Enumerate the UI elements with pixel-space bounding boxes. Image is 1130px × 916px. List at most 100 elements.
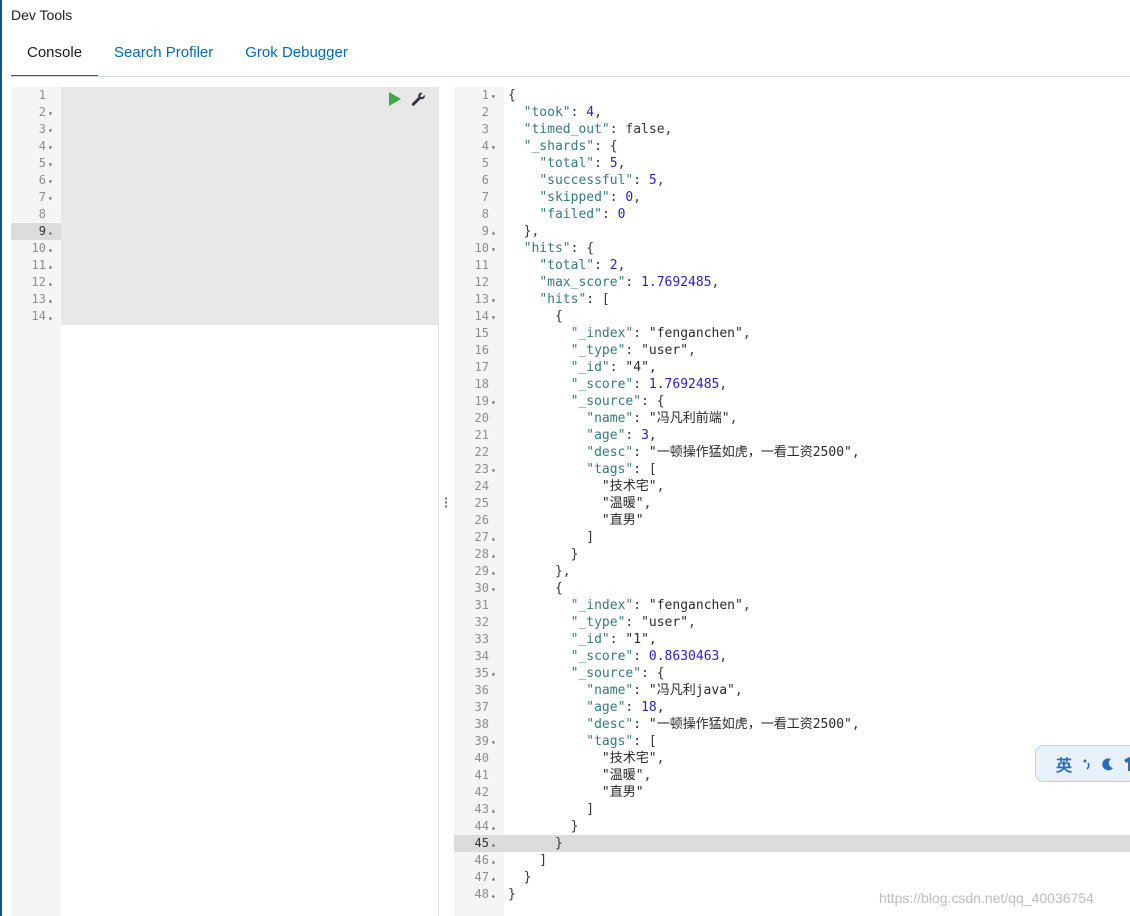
fold-toggle-icon[interactable]: ▾ xyxy=(491,292,500,309)
run-request-icon[interactable] xyxy=(389,92,401,106)
fold-toggle-icon[interactable]: ▾ xyxy=(48,173,57,190)
line-number: 45 ▴ xyxy=(454,835,504,852)
line-number: 7 ▾ xyxy=(11,189,61,206)
line-number: 8 xyxy=(481,207,489,221)
code-line: "age": 18, xyxy=(586,700,665,715)
line-number: 5 ▾ xyxy=(11,155,61,172)
line-number: 26 xyxy=(474,513,489,527)
fold-toggle-icon[interactable]: ▾ xyxy=(491,581,500,598)
tab-grok-debugger[interactable]: Grok Debugger xyxy=(229,36,364,75)
code-line: "timed_out": false, xyxy=(523,122,673,137)
line-number: 1 ▾ xyxy=(454,87,504,104)
fold-toggle-icon[interactable]: ▾ xyxy=(491,462,500,479)
fold-toggle-icon[interactable]: ▴ xyxy=(48,224,57,241)
line-number: 3 ▾ xyxy=(11,121,61,138)
line-number: 7 xyxy=(481,190,489,204)
half-width-moon-icon[interactable] xyxy=(1102,757,1114,771)
fold-toggle-icon[interactable]: ▾ xyxy=(491,309,500,326)
line-number: 2 xyxy=(481,105,489,119)
code-line: "直男" xyxy=(601,785,644,800)
fold-toggle-icon[interactable]: ▾ xyxy=(491,394,500,411)
line-number: 36 xyxy=(474,683,489,697)
line-number: 24 xyxy=(474,479,489,493)
code-line: { xyxy=(508,88,516,103)
code-line: "_score": 1.7692485, xyxy=(570,377,728,392)
response-output[interactable]: 1 ▾ 2 3 4 ▾ 5 6 7 8 9 ▴ 10 ▾ 11 12 13 ▾ 14 ▾ 15 16 17 18 19 ▾ 20 21… xyxy=(454,87,1130,916)
fold-toggle-icon[interactable]: ▾ xyxy=(48,156,57,173)
fold-toggle-icon[interactable]: ▴ xyxy=(491,564,500,581)
tab-bar: Console Search Profiler Grok Debugger xyxy=(11,36,364,77)
code-line: "name": "冯凡利java", xyxy=(586,683,743,698)
code-line: "_id": "1", xyxy=(570,632,657,647)
line-number: 47 ▴ xyxy=(454,869,504,886)
fold-toggle-icon[interactable]: ▴ xyxy=(491,887,500,904)
fold-toggle-icon[interactable]: ▾ xyxy=(491,88,500,105)
line-number: 1 xyxy=(38,88,46,102)
line-number: 5 xyxy=(481,156,489,170)
fold-toggle-icon[interactable]: ▴ xyxy=(48,275,57,292)
fold-toggle-icon[interactable]: ▴ xyxy=(491,819,500,836)
line-number: 10 ▴ xyxy=(11,240,61,257)
request-editor[interactable]: 1 2▾3▾4▾5▾6▾7▾8 9▴10▴11▴12▴13▴14▴ GET feng… xyxy=(11,87,438,916)
line-number: 9 ▴ xyxy=(454,223,504,240)
code-line: "_source": { xyxy=(570,394,665,409)
fold-toggle-icon[interactable]: ▾ xyxy=(48,105,57,122)
code-line: "tags": [ xyxy=(586,462,657,477)
fold-toggle-icon[interactable]: ▴ xyxy=(48,241,57,258)
pane-resize-handle[interactable]: · · · xyxy=(444,491,449,513)
line-number: 46 ▴ xyxy=(454,852,504,869)
response-gutter: 1 ▾ 2 3 4 ▾ 5 6 7 8 9 ▴ 10 ▾ 11 12 13 ▾ 14 ▾ 15 16 17 18 19 ▾ 20 21… xyxy=(454,87,504,916)
code-line: ] xyxy=(508,802,595,817)
fold-toggle-icon[interactable]: ▴ xyxy=(48,309,57,326)
line-number: 28 ▴ xyxy=(454,546,504,563)
line-number: 4 ▾ xyxy=(11,138,61,155)
line-number: 48 ▴ xyxy=(454,886,504,903)
code-line: "took": 4, xyxy=(523,105,602,120)
fold-toggle-icon[interactable]: ▴ xyxy=(48,258,57,275)
line-number: 6 xyxy=(481,173,489,187)
fold-toggle-icon[interactable]: ▾ xyxy=(491,666,500,683)
code-line: "_type": "user", xyxy=(570,615,696,630)
fold-toggle-icon[interactable]: ▾ xyxy=(48,190,57,207)
tab-console[interactable]: Console xyxy=(11,36,99,77)
line-number: 9 ▴ xyxy=(11,223,61,240)
code-line: } xyxy=(508,870,532,885)
code-line: "skipped": 0, xyxy=(539,190,642,205)
request-gutter: 1 2 ▾ 3 ▾ 4 ▾ 5 ▾ 6 ▾ 7 ▾ 8 9 ▴ 10 ▴ 11 ▴ 12 ▴ 13 ▴ 14 ▴ xyxy=(11,87,61,916)
fold-toggle-icon[interactable]: ▾ xyxy=(48,139,57,156)
code-line: { xyxy=(508,581,563,596)
code-line: "name": "冯凡利前端", xyxy=(586,411,738,426)
code-line: "技术宅", xyxy=(601,479,665,494)
line-number: 8 xyxy=(38,207,46,221)
punctuation-icon[interactable] xyxy=(1082,757,1092,771)
fold-toggle-icon[interactable]: ▴ xyxy=(491,836,500,853)
code-line: { xyxy=(508,309,563,324)
fold-toggle-icon[interactable]: ▾ xyxy=(491,139,500,156)
line-number: 13 ▴ xyxy=(11,291,61,308)
fold-toggle-icon[interactable]: ▴ xyxy=(491,547,500,564)
ime-toolbar[interactable]: 英 xyxy=(1035,745,1130,782)
fold-toggle-icon[interactable]: ▾ xyxy=(48,122,57,139)
ime-language-label[interactable]: 英 xyxy=(1056,752,1072,776)
wrench-settings-icon[interactable] xyxy=(411,92,426,107)
fold-toggle-icon[interactable]: ▾ xyxy=(491,734,500,751)
fold-toggle-icon[interactable]: ▴ xyxy=(491,802,500,819)
code-line: "hits": [ xyxy=(539,292,610,307)
request-code[interactable]: GET fenganchen/user/_search{ "query": { … xyxy=(61,87,438,916)
line-number: 20 xyxy=(474,411,489,425)
tab-search-profiler[interactable]: Search Profiler xyxy=(98,36,229,75)
fold-toggle-icon[interactable]: ▴ xyxy=(491,870,500,887)
fold-toggle-icon[interactable]: ▴ xyxy=(491,224,500,241)
skin-shirt-icon[interactable] xyxy=(1124,756,1130,771)
code-line: "温暖", xyxy=(601,496,652,511)
fold-toggle-icon[interactable]: ▾ xyxy=(491,241,500,258)
code-line: "_id": "4", xyxy=(570,360,657,375)
tab-bar-underline xyxy=(11,76,355,77)
fold-toggle-icon[interactable]: ▴ xyxy=(491,853,500,870)
fold-toggle-icon[interactable]: ▴ xyxy=(491,530,500,547)
line-number: 13 ▾ xyxy=(454,291,504,308)
line-number: 41 xyxy=(474,768,489,782)
line-number: 22 xyxy=(474,445,489,459)
fold-toggle-icon[interactable]: ▴ xyxy=(48,292,57,309)
response-code[interactable]: { "took": 4, "timed_out": false, "_shard… xyxy=(504,87,1130,916)
